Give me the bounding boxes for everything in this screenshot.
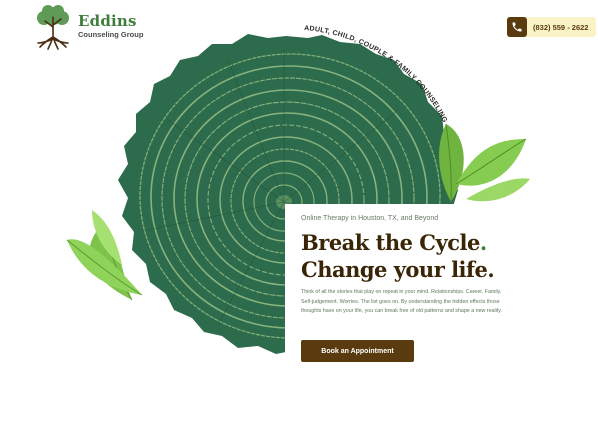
hero-body-text: Think of all the stories that play on re…: [301, 289, 503, 315]
phone-number: (832) 559 - 2622: [533, 23, 589, 32]
phone-call-button[interactable]: (832) 559 - 2622: [507, 17, 596, 37]
hero-card: Online Therapy in Houston, TX, and Beyon…: [285, 204, 523, 375]
hero-headline: Break the Cycle. Change your life.: [301, 229, 495, 283]
tree-logo-icon: [37, 5, 69, 50]
phone-icon: [507, 17, 527, 37]
book-appointment-button[interactable]: Book an Appointment: [301, 340, 414, 362]
headline-line-1: Break the Cycle: [301, 230, 480, 255]
headline-line-2: Change your life.: [301, 257, 495, 282]
hero-eyebrow: Online Therapy in Houston, TX, and Beyon…: [301, 215, 439, 222]
headline-period: .: [479, 230, 487, 255]
leaves-decoration-left: [66, 210, 143, 301]
leaves-decoration-right: [439, 123, 530, 203]
brand-name: Eddins: [78, 12, 137, 30]
